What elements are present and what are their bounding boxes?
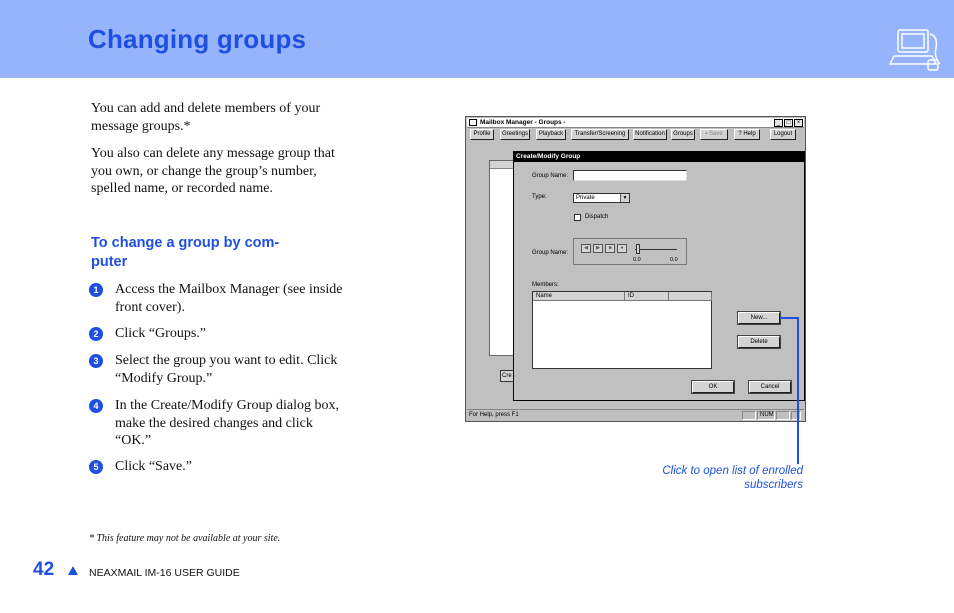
play-icon[interactable]: ▶	[593, 244, 603, 253]
members-label: Members:	[532, 282, 559, 288]
step-text: Click “Groups.”	[115, 326, 206, 341]
type-select[interactable]: Private ▼	[573, 193, 630, 203]
num-lock-indicator: NUM	[757, 411, 775, 420]
list-header	[490, 161, 514, 169]
group-name-input[interactable]	[573, 170, 687, 181]
cancel-button[interactable]: Cancel	[749, 381, 791, 393]
intro-paragraph-1: You can add and delete members of your m…	[91, 101, 321, 134]
step-text: Click “Save.”	[115, 459, 192, 474]
footnote: * This feature may not be available at y…	[89, 533, 281, 544]
step-number-badge: 1	[89, 283, 103, 297]
guide-name: NEAXMAIL IM-16 USER GUIDE	[89, 567, 240, 579]
save-button[interactable]: ▪ Save	[700, 129, 728, 140]
position-slider-track	[635, 249, 677, 250]
help-button[interactable]: ? Help	[734, 129, 760, 140]
page-title: Changing groups	[88, 24, 307, 54]
maximize-icon[interactable]: □	[784, 119, 793, 127]
recorder-controls: ◀ ▶ ■ ● 0.0 0.0	[573, 238, 687, 265]
group-name-label: Group Name:	[532, 173, 569, 179]
callout-leader-vertical	[797, 318, 799, 464]
page-header: Changing groups	[0, 0, 954, 78]
close-icon[interactable]: ×	[794, 119, 803, 127]
status-cell	[742, 411, 756, 420]
mailbox-manager-window: Mailbox Manager - Groups - _ □ × Profile…	[465, 116, 806, 422]
tab-notification[interactable]: Notification	[633, 129, 667, 140]
help-label: Help	[743, 131, 756, 137]
dispatch-checkbox[interactable]	[574, 214, 581, 221]
create-modify-group-dialog: Create/Modify Group Group Name: Type: Pr…	[513, 151, 805, 401]
step-number-badge: 4	[89, 399, 103, 413]
toolbar: Profile Greetings Playback Transfer/Scre…	[467, 129, 804, 141]
step-number-badge: 5	[89, 460, 103, 474]
tab-greetings[interactable]: Greetings	[500, 129, 530, 140]
computer-phone-icon	[888, 29, 941, 71]
members-list[interactable]: Name ID	[532, 291, 712, 369]
recorded-name-label: Group Name:	[532, 250, 569, 256]
stop-icon[interactable]: ■	[605, 244, 615, 253]
delete-button[interactable]: Delete	[738, 336, 780, 348]
app-icon	[469, 119, 477, 126]
window-title: Mailbox Manager - Groups -	[480, 119, 566, 126]
chevron-down-icon: ▼	[620, 194, 629, 202]
type-value: Private	[576, 195, 595, 201]
save-label: Save	[709, 131, 723, 137]
minimize-icon[interactable]: _	[774, 119, 783, 127]
page-number: 42	[33, 559, 55, 580]
step-number-badge: 2	[89, 327, 103, 341]
triangle-icon	[68, 566, 78, 575]
resize-grip-icon[interactable]	[791, 411, 801, 420]
tab-transfer-screening[interactable]: Transfer/Screening	[571, 129, 629, 140]
column-header-id[interactable]: ID	[625, 292, 669, 301]
tab-groups[interactable]: Groups	[671, 129, 695, 140]
new-button[interactable]: New...	[738, 312, 780, 324]
logout-button[interactable]: Logout	[770, 129, 796, 140]
tab-profile[interactable]: Profile	[470, 129, 494, 140]
record-icon[interactable]: ●	[617, 244, 627, 253]
column-header-name[interactable]: Name	[533, 292, 625, 301]
groups-list[interactable]	[489, 160, 515, 356]
section-subheading: To change a group by com- puter	[91, 234, 341, 272]
step-text: In the Create/Modify Group dialog box, m…	[115, 398, 339, 448]
rewind-icon[interactable]: ◀	[581, 244, 591, 253]
dialog-title: Create/Modify Group	[514, 152, 804, 162]
intro-paragraph-2: You also can delete any message group th…	[91, 146, 335, 196]
position-slider-handle[interactable]	[636, 244, 640, 254]
column-header-blank	[669, 292, 712, 301]
window-titlebar: Mailbox Manager - Groups - _ □ ×	[467, 118, 804, 128]
ok-button[interactable]: OK	[692, 381, 734, 393]
status-text: For Help, press F1	[469, 412, 519, 418]
tab-playback[interactable]: Playback	[536, 129, 566, 140]
step-text: Select the group you want to edit. Click…	[115, 353, 338, 386]
step-number-badge: 3	[89, 354, 103, 368]
callout-caption: Click to open list of enrolled subscribe…	[662, 465, 803, 491]
status-bar: For Help, press F1 NUM	[467, 409, 804, 420]
total-time: 0.0	[670, 257, 678, 263]
dispatch-label: Dispatch	[585, 214, 609, 220]
status-cell	[776, 411, 790, 420]
subheading-text: To change a group by com- puter	[91, 235, 280, 270]
elapsed-time: 0.0	[633, 257, 641, 263]
type-label: Type:	[532, 194, 547, 200]
step-text: Access the Mailbox Manager (see inside f…	[115, 282, 343, 315]
